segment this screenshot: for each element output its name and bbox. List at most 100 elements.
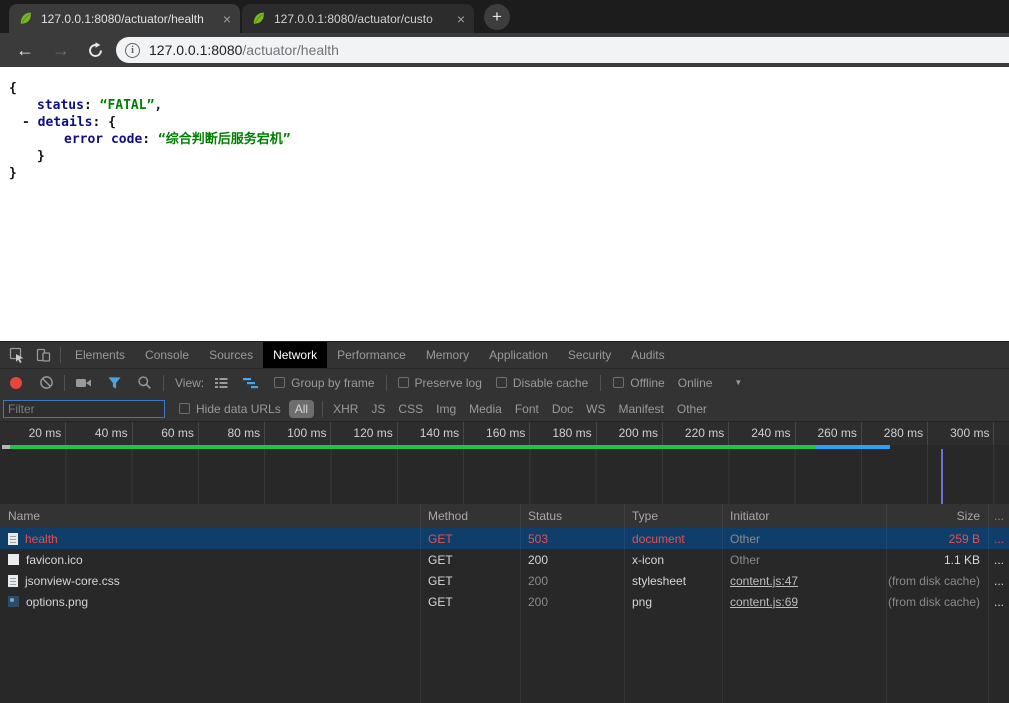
request-initiator: Other bbox=[722, 549, 886, 570]
json-key-status: status bbox=[37, 98, 84, 113]
divider bbox=[60, 347, 61, 363]
filter-toggle-button[interactable] bbox=[107, 376, 122, 390]
hide-data-urls-checkbox[interactable]: Hide data URLs bbox=[179, 402, 281, 416]
tab-elements[interactable]: Elements bbox=[65, 342, 135, 368]
device-toolbar-button[interactable] bbox=[30, 342, 56, 369]
ruler-tick: 200 ms bbox=[597, 422, 663, 445]
column-divider[interactable] bbox=[988, 504, 989, 703]
json-colon: : bbox=[84, 98, 100, 113]
json-collapse-toggle[interactable]: - bbox=[22, 115, 30, 130]
divider bbox=[322, 401, 323, 417]
tab-audits[interactable]: Audits bbox=[621, 342, 674, 368]
tab-console[interactable]: Console bbox=[135, 342, 199, 368]
filter-type-media[interactable]: Media bbox=[469, 402, 502, 416]
group-by-frame-checkbox[interactable]: Group by frame bbox=[274, 376, 374, 390]
chevron-down-icon[interactable]: ▼ bbox=[734, 378, 742, 387]
address-bar[interactable]: i 127.0.0.1:8080/actuator/health bbox=[116, 37, 1009, 63]
column-divider[interactable] bbox=[520, 504, 521, 703]
ruler-tick: 80 ms bbox=[199, 422, 265, 445]
record-button[interactable] bbox=[10, 377, 22, 389]
column-divider[interactable] bbox=[624, 504, 625, 703]
ruler-tick: 140 ms bbox=[398, 422, 464, 445]
filter-type-ws[interactable]: WS bbox=[586, 402, 605, 416]
overview-green-bar bbox=[10, 445, 816, 449]
json-close-brace: } bbox=[37, 149, 45, 164]
checkbox-icon bbox=[613, 377, 624, 388]
spring-leaf-icon bbox=[18, 11, 33, 26]
tab-close-icon[interactable]: × bbox=[457, 12, 465, 26]
tab-memory[interactable]: Memory bbox=[416, 342, 479, 368]
page-info-icon[interactable]: i bbox=[125, 43, 140, 58]
request-type: x-icon bbox=[624, 549, 722, 570]
table-row-options-png[interactable]: options.png GET 200 png content.js:69 (f… bbox=[0, 591, 1009, 612]
initiator-link[interactable]: content.js:47 bbox=[730, 574, 798, 588]
json-key-error-code: error code bbox=[64, 132, 142, 147]
browser-tab-health[interactable]: 127.0.0.1:8080/actuator/health × bbox=[9, 4, 240, 33]
back-button[interactable]: ← bbox=[14, 41, 36, 59]
reload-button[interactable] bbox=[84, 42, 106, 59]
favicon-icon bbox=[8, 554, 19, 565]
request-name: favicon.ico bbox=[26, 553, 83, 567]
url-text: 127.0.0.1:8080/actuator/health bbox=[149, 42, 339, 58]
browser-tab-custom[interactable]: 127.0.0.1:8080/actuator/custo × bbox=[242, 4, 474, 33]
filter-funnel-icon bbox=[107, 376, 122, 390]
request-waterfall: ... bbox=[988, 591, 1009, 612]
request-waterfall: ... bbox=[988, 570, 1009, 591]
json-key-details: details bbox=[38, 115, 93, 130]
column-header-type[interactable]: Type bbox=[624, 504, 722, 528]
list-view-icon bbox=[213, 375, 229, 391]
forward-button[interactable]: → bbox=[50, 41, 72, 59]
filter-type-css[interactable]: CSS bbox=[398, 402, 423, 416]
request-name: options.png bbox=[26, 595, 88, 609]
request-type: stylesheet bbox=[624, 570, 722, 591]
divider bbox=[163, 375, 164, 391]
filter-type-manifest[interactable]: Manifest bbox=[619, 402, 664, 416]
column-header-initiator[interactable]: Initiator bbox=[722, 504, 886, 528]
table-row-favicon[interactable]: favicon.ico GET 200 x-icon Other 1.1 KB … bbox=[0, 549, 1009, 570]
browser-toolbar: ← → i 127.0.0.1:8080/actuator/health bbox=[0, 33, 1009, 67]
capture-screenshots-button[interactable] bbox=[75, 376, 92, 390]
filter-type-other[interactable]: Other bbox=[677, 402, 707, 416]
filter-input[interactable] bbox=[3, 400, 165, 418]
filter-type-img[interactable]: Img bbox=[436, 402, 456, 416]
filter-type-font[interactable]: Font bbox=[515, 402, 539, 416]
tab-sources[interactable]: Sources bbox=[199, 342, 263, 368]
column-divider[interactable] bbox=[886, 504, 887, 703]
request-type: document bbox=[624, 528, 722, 549]
clear-button[interactable] bbox=[39, 375, 54, 390]
offline-checkbox[interactable]: Offline bbox=[613, 376, 664, 390]
ruler-tick: 280 ms bbox=[862, 422, 928, 445]
tab-close-icon[interactable]: × bbox=[223, 12, 231, 26]
tab-network[interactable]: Network bbox=[263, 342, 327, 368]
requests-table: Name Method Status Type Initiator Size .… bbox=[0, 504, 1009, 703]
column-header-size[interactable]: Size bbox=[886, 504, 988, 528]
network-overview[interactable] bbox=[0, 445, 1009, 504]
initiator-link[interactable]: content.js:69 bbox=[730, 595, 798, 609]
throttling-dropdown[interactable]: Online bbox=[678, 376, 713, 390]
ruler-tick: 60 ms bbox=[133, 422, 199, 445]
table-row-health[interactable]: health GET 503 document Other 259 B ... bbox=[0, 528, 1009, 549]
inspect-element-button[interactable] bbox=[4, 342, 30, 369]
new-tab-button[interactable]: + bbox=[484, 4, 510, 30]
column-header-status[interactable]: Status bbox=[520, 504, 624, 528]
column-header-name[interactable]: Name bbox=[0, 504, 420, 528]
column-divider[interactable] bbox=[722, 504, 723, 703]
tab-security[interactable]: Security bbox=[558, 342, 621, 368]
filter-type-js[interactable]: JS bbox=[371, 402, 385, 416]
disable-cache-checkbox[interactable]: Disable cache bbox=[496, 376, 588, 390]
filter-type-xhr[interactable]: XHR bbox=[333, 402, 358, 416]
request-size: (from disk cache) bbox=[886, 570, 988, 591]
overview-toggle[interactable] bbox=[242, 375, 259, 391]
column-header-method[interactable]: Method bbox=[420, 504, 520, 528]
filter-type-all[interactable]: All bbox=[289, 400, 314, 418]
filter-type-doc[interactable]: Doc bbox=[552, 402, 573, 416]
table-row-jsonview-css[interactable]: jsonview-core.css GET 200 stylesheet con… bbox=[0, 570, 1009, 591]
tab-performance[interactable]: Performance bbox=[327, 342, 416, 368]
search-button[interactable] bbox=[137, 375, 152, 390]
large-rows-toggle[interactable] bbox=[213, 375, 229, 391]
column-header-waterfall[interactable]: ... bbox=[988, 504, 1009, 528]
tab-application[interactable]: Application bbox=[479, 342, 558, 368]
column-divider[interactable] bbox=[420, 504, 421, 703]
timeline-ruler: 20 ms 40 ms 60 ms 80 ms 100 ms 120 ms 14… bbox=[0, 422, 1009, 445]
preserve-log-checkbox[interactable]: Preserve log bbox=[398, 376, 482, 390]
